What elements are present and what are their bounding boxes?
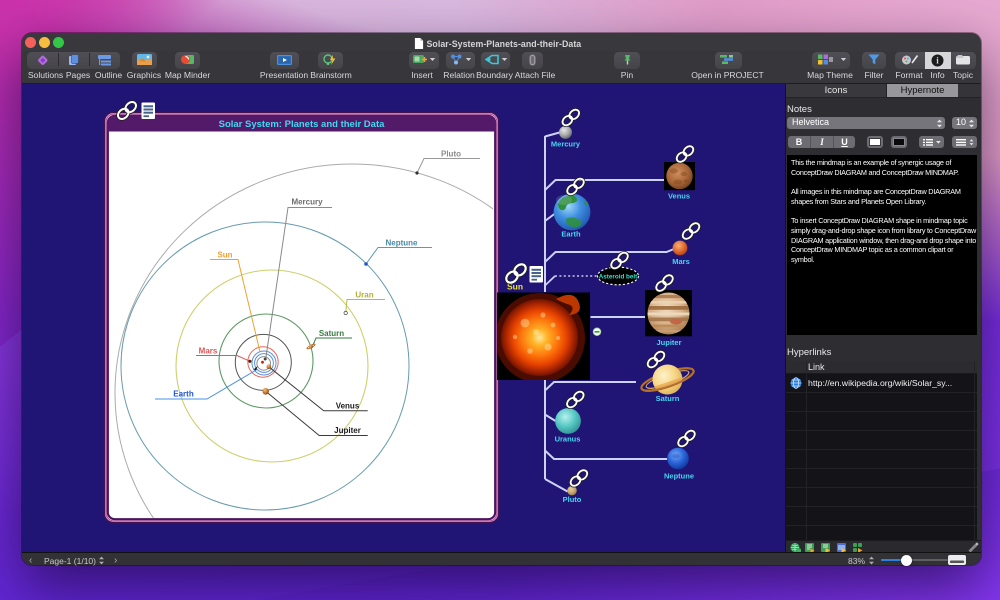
svg-text:Solar System: Planets and thei: Solar System: Planets and their Data — [219, 119, 385, 130]
svg-text:Mercury: Mercury — [291, 198, 323, 207]
svg-text:Pluto: Pluto — [563, 495, 582, 504]
svg-text:Sun: Sun — [217, 251, 232, 260]
svg-text:Mars: Mars — [199, 347, 218, 356]
svg-text:Venus: Venus — [336, 402, 360, 411]
svg-text:Saturn: Saturn — [656, 394, 680, 403]
svg-text:Jupiter: Jupiter — [334, 426, 361, 435]
svg-text:Mars: Mars — [672, 257, 690, 266]
svg-text:Neptune: Neptune — [664, 472, 694, 481]
svg-text:Neptune: Neptune — [386, 239, 419, 248]
svg-text:Pluto: Pluto — [441, 150, 461, 159]
svg-text:Saturn: Saturn — [319, 329, 344, 338]
svg-text:Venus: Venus — [668, 192, 690, 201]
svg-text:Earth: Earth — [561, 230, 581, 239]
svg-text:Jupiter: Jupiter — [656, 338, 681, 347]
svg-text:Asteroid belt: Asteroid belt — [599, 274, 638, 281]
svg-text:Earth: Earth — [173, 390, 194, 399]
svg-text:Uran: Uran — [355, 291, 373, 300]
svg-text:Uranus: Uranus — [555, 435, 581, 444]
svg-text:Mercury: Mercury — [551, 140, 581, 149]
